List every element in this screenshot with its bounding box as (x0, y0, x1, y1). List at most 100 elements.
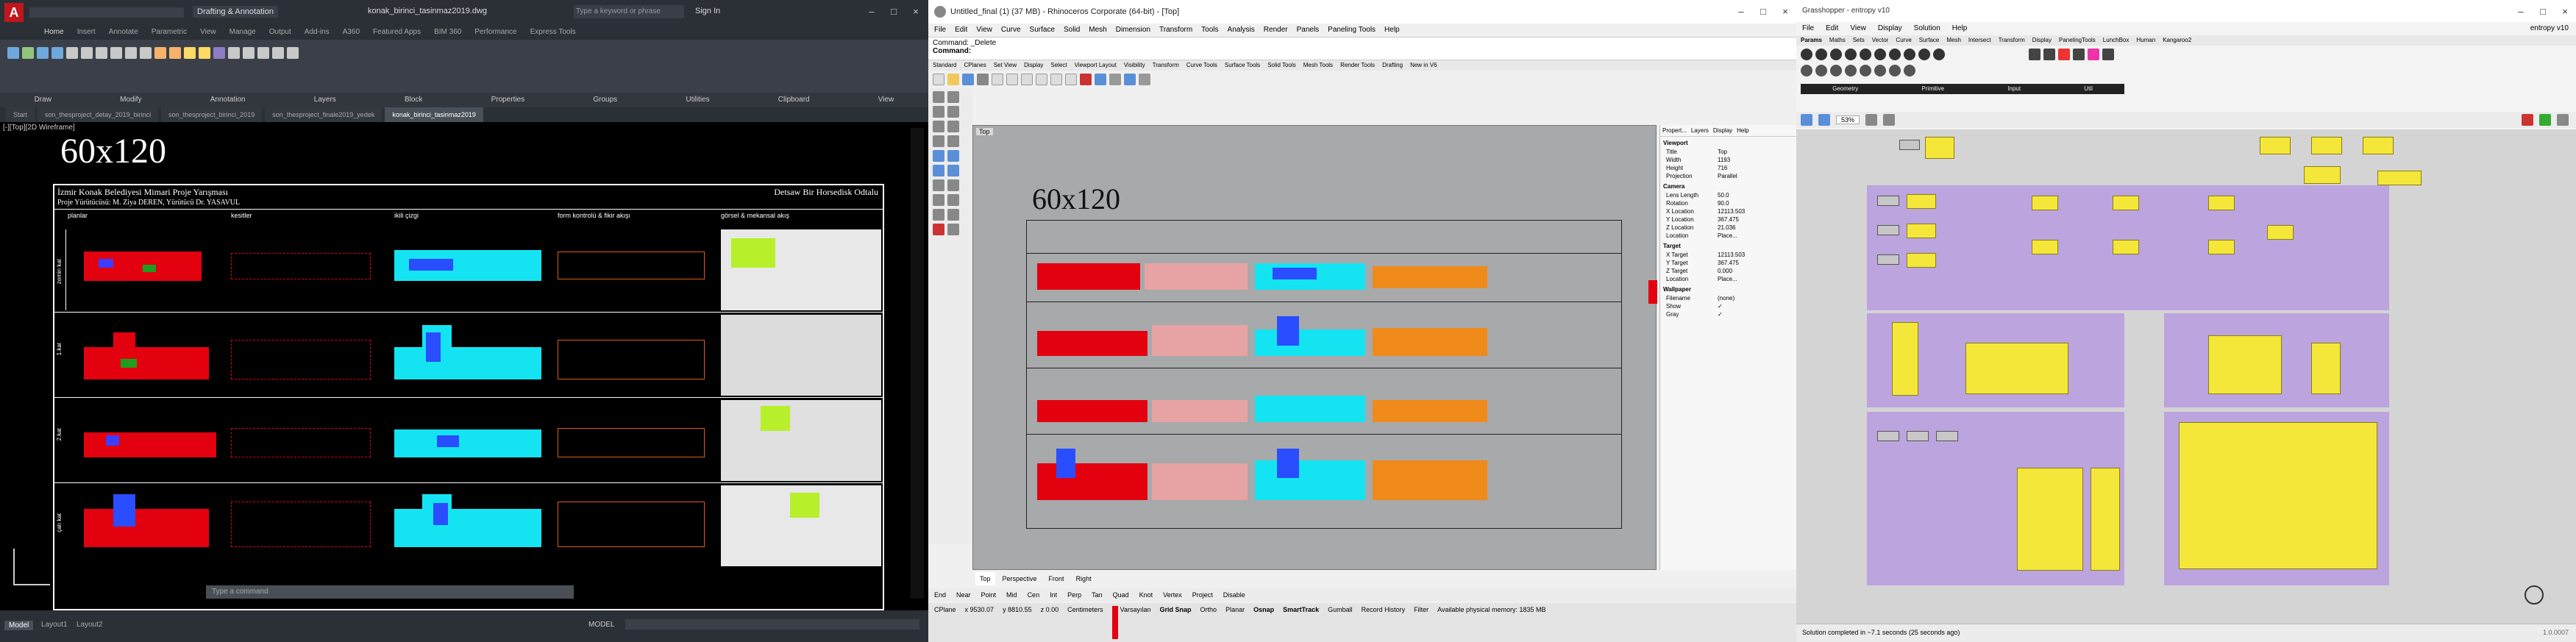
gh-document-name[interactable]: entropy v10 (2530, 22, 2576, 35)
menu-mesh[interactable]: Mesh (1089, 24, 1106, 37)
gh-tab-human[interactable]: Human (2136, 35, 2155, 46)
close-icon[interactable]: × (2554, 6, 2576, 18)
status-toggles[interactable] (625, 619, 919, 629)
toolbar-tab[interactable]: Standard (933, 60, 956, 71)
menu-analysis[interactable]: Analysis (1228, 24, 1255, 37)
menu-solid[interactable]: Solid (1064, 24, 1080, 37)
maximize-icon[interactable]: □ (2532, 6, 2554, 18)
panel-component[interactable] (2113, 240, 2139, 254)
gh-tab-transform[interactable]: Transform (1999, 35, 2025, 46)
panel-tab-layers[interactable]: Layers (1691, 127, 1709, 134)
osnap-quad[interactable]: Quad (1113, 588, 1129, 602)
surface-param-icon[interactable] (1845, 49, 1857, 60)
delete-icon[interactable] (1080, 74, 1092, 85)
ribbon-tab-performance[interactable]: Performance (474, 25, 516, 40)
ribbon-tab-bim360[interactable]: BIM 360 (434, 25, 461, 40)
surface-icon[interactable] (933, 150, 944, 162)
toolbar-tab[interactable]: Drafting (1382, 60, 1403, 71)
ribbon-tab-parametric[interactable]: Parametric (152, 25, 187, 40)
gh-tab-surface[interactable]: Surface (1919, 35, 1940, 46)
gh-menu-solution[interactable]: Solution (1914, 22, 1940, 35)
panel-component[interactable] (2032, 240, 2058, 254)
gh-tab-maths[interactable]: Maths (1829, 35, 1846, 46)
base-view-icon[interactable] (287, 47, 299, 59)
place-button[interactable]: Place... (1718, 232, 1737, 239)
point-icon[interactable] (933, 91, 944, 103)
line-icon[interactable] (947, 91, 959, 103)
ribbon-tab-annotate[interactable]: Annotate (109, 25, 138, 40)
menu-render[interactable]: Render (1264, 24, 1288, 37)
menu-view[interactable]: View (976, 24, 992, 37)
panel-component[interactable] (2208, 240, 2235, 254)
gh-canvas[interactable] (1796, 129, 2576, 624)
line-param-icon[interactable] (1918, 49, 1930, 60)
prop-value[interactable]: (none) (1718, 295, 1734, 302)
toggle-grid-snap[interactable]: Grid Snap (1160, 606, 1192, 639)
plane-param-icon[interactable] (1933, 49, 1945, 60)
measure-icon[interactable] (257, 47, 269, 59)
undo-icon[interactable] (1036, 74, 1047, 85)
prop-value[interactable]: 0.000 (1718, 268, 1732, 274)
toolbar-tab[interactable]: Curve Tools (1186, 60, 1217, 71)
file-param-icon[interactable] (1904, 65, 1915, 76)
zoom-icon[interactable] (1065, 74, 1077, 85)
sign-in-button[interactable]: Sign In (695, 7, 720, 15)
split-icon[interactable] (947, 224, 959, 235)
panel-clipboard[interactable]: Clipboard (778, 93, 810, 107)
osnap-vertex[interactable]: Vertex (1163, 588, 1182, 602)
gh-bake-icon[interactable] (2522, 114, 2533, 126)
number-param-icon[interactable] (1801, 65, 1812, 76)
prop-value[interactable]: 367.475 (1718, 260, 1739, 266)
slider-icon[interactable] (2029, 49, 2040, 60)
gh-tab-display[interactable]: Display (2032, 35, 2052, 46)
panel-block[interactable]: Block (405, 93, 422, 107)
panel-component[interactable] (1907, 224, 1936, 238)
brep-param-icon[interactable] (1860, 49, 1871, 60)
toggle-icon[interactable] (2043, 49, 2055, 60)
ribbon-tab-manage[interactable]: Manage (230, 25, 256, 40)
panel-component[interactable] (2032, 196, 2058, 210)
dimension-icon[interactable] (169, 47, 181, 59)
panel-component[interactable] (2304, 166, 2341, 184)
open-icon[interactable] (947, 74, 959, 85)
geometry-param-icon[interactable] (1889, 49, 1901, 60)
point-param-icon[interactable] (1801, 49, 1812, 60)
panel-properties[interactable]: Properties (491, 93, 525, 107)
ribbon-tab-featured[interactable]: Featured Apps (373, 25, 421, 40)
quick-access-toolbar[interactable] (29, 7, 184, 18)
polyline-icon[interactable] (933, 106, 944, 118)
panel-tab-properties[interactable]: Propert... (1662, 127, 1687, 134)
extrude-icon[interactable] (947, 150, 959, 162)
panel-view[interactable]: View (878, 93, 894, 107)
prop-value[interactable]: 50.0 (1718, 192, 1729, 199)
layer-properties-icon[interactable] (184, 47, 196, 59)
ribbon-tab-express[interactable]: Express Tools (530, 25, 576, 40)
circle-param-icon[interactable] (1904, 49, 1915, 60)
gh-menu-view[interactable]: View (1850, 22, 1866, 35)
doc-tab-active[interactable]: konak_birinci_tasinmaz2019 (385, 107, 483, 122)
gh-tab-lunchbox[interactable]: LunchBox (2103, 35, 2130, 46)
panel-layers[interactable]: Layers (314, 93, 336, 107)
viewport-tab-front[interactable]: Front (1045, 572, 1069, 585)
gh-tab-mesh[interactable]: Mesh (1946, 35, 1961, 46)
osnap-knot[interactable]: Knot (1139, 588, 1153, 602)
print-icon[interactable] (977, 74, 989, 85)
menu-surface[interactable]: Surface (1030, 24, 1055, 37)
maximize-icon[interactable]: □ (883, 6, 905, 18)
arc-icon[interactable] (51, 47, 63, 59)
place-button[interactable]: Place... (1718, 276, 1737, 282)
prop-value[interactable]: Top (1718, 149, 1727, 155)
viewport-tab-right[interactable]: Right (1072, 572, 1096, 585)
insert-block-icon[interactable] (213, 47, 225, 59)
panel-component[interactable] (2267, 225, 2294, 240)
button-icon[interactable] (2058, 49, 2070, 60)
material-icon[interactable] (1124, 74, 1136, 85)
param-component[interactable] (1899, 140, 1920, 150)
rotate-icon[interactable] (947, 194, 959, 206)
polyline-icon[interactable] (22, 47, 34, 59)
arc-icon[interactable] (947, 121, 959, 132)
param-component[interactable] (1877, 431, 1899, 441)
doc-tab[interactable]: son_thesproject_detay_2019_birinci (38, 107, 159, 122)
gh-tab-curve[interactable]: Curve (1896, 35, 1911, 46)
layout1-tab[interactable]: Layout1 (41, 621, 68, 629)
